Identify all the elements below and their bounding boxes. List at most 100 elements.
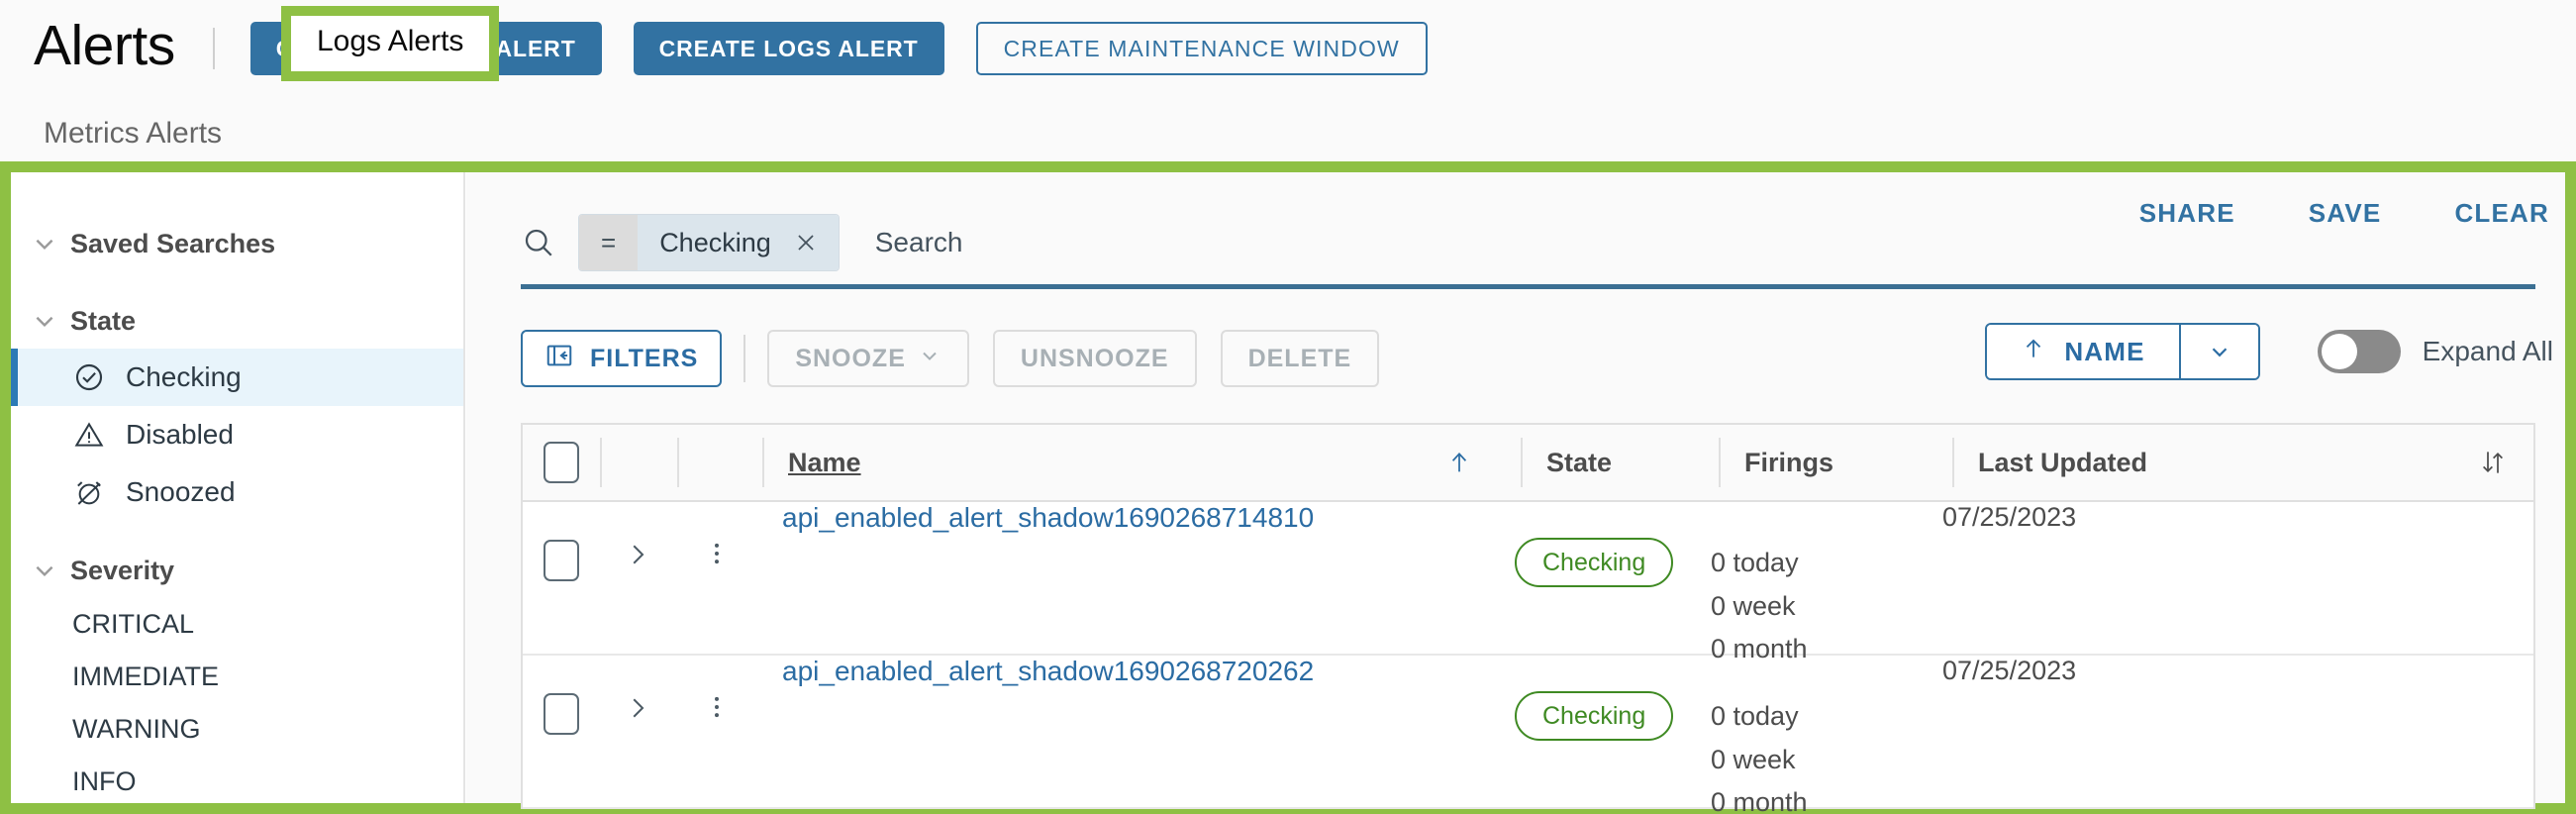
tab-metrics-alerts[interactable]: Metrics Alerts: [44, 117, 271, 164]
search-icon: [521, 225, 556, 260]
firings-week: 0 week: [1711, 744, 1796, 774]
sidebar-item-label: INFO: [72, 766, 137, 796]
chevron-down-icon: [25, 551, 64, 590]
sidebar-item-disabled[interactable]: Disabled: [11, 406, 463, 463]
firings-today: 0 today: [1711, 548, 1799, 577]
sidebar-item-label: Checking: [126, 361, 242, 392]
clear-button[interactable]: CLEAR: [2454, 198, 2549, 229]
chip-value-label: Checking: [659, 227, 771, 257]
sidebar-item-label: CRITICAL: [72, 609, 195, 639]
row-name-cell: api_enabled_alert_shadow1690268714810: [758, 502, 1439, 534]
row-firings-cell: 0 today 0 week 0 month: [1711, 502, 1942, 671]
main-content: = Checking SHARE SAVE CLEAR: [466, 172, 2565, 814]
toolbar-right-group: NAME Expand All: [1985, 323, 2553, 380]
chevron-down-icon: [25, 301, 64, 341]
close-icon[interactable]: [793, 230, 819, 255]
firings-today: 0 today: [1711, 701, 1799, 731]
arrow-up-icon: [2021, 336, 2046, 368]
select-all-checkbox[interactable]: [544, 442, 579, 483]
table-row[interactable]: api_enabled_alert_shadow1690268720262 Ch…: [523, 656, 2533, 814]
share-button[interactable]: SHARE: [2139, 198, 2235, 229]
header-divider: [212, 28, 215, 69]
tab-logs-alerts[interactable]: Logs Alerts: [317, 25, 463, 58]
save-button[interactable]: SAVE: [2309, 198, 2382, 229]
check-circle-icon: [70, 358, 108, 396]
chip-operator: =: [579, 215, 639, 270]
filters-button-label: FILTERS: [590, 344, 699, 372]
sidebar-item-critical[interactable]: CRITICAL: [11, 598, 463, 651]
alerts-table: Name State Firings Last Updated api_enab…: [521, 423, 2535, 814]
sidebar-group-label: Saved Searches: [70, 228, 276, 258]
row-select-cell: [523, 656, 600, 735]
sidebar-item-immediate[interactable]: IMMEDIATE: [11, 651, 463, 703]
alert-name-link[interactable]: api_enabled_alert_shadow1690268714810: [758, 460, 1314, 533]
search-filter-chip[interactable]: = Checking: [578, 214, 840, 271]
alerts-tabs: Metrics Alerts: [0, 97, 2576, 164]
column-header-firings[interactable]: Firings: [1721, 448, 1952, 478]
column-divider: [677, 438, 679, 487]
sort-toggle-cell: [2420, 448, 2533, 477]
sidebar-item-warning[interactable]: WARNING: [11, 703, 463, 756]
sidebar-item-checking[interactable]: Checking: [11, 349, 463, 406]
delete-button[interactable]: DELETE: [1220, 330, 1380, 387]
sidebar-item-label: Snoozed: [126, 476, 236, 507]
sidebar-item-label: WARNING: [72, 714, 201, 744]
column-header-state[interactable]: State: [1523, 448, 1719, 478]
search-underline: [521, 284, 2535, 289]
alarm-off-icon: [70, 473, 108, 511]
sort-by-name-button[interactable]: NAME: [1987, 325, 2179, 378]
row-firings-cell: 0 today 0 week 0 month: [1711, 656, 1942, 814]
filters-button[interactable]: FILTERS: [521, 330, 723, 387]
chevron-down-icon: [25, 224, 64, 263]
kebab-menu-icon[interactable]: [703, 540, 731, 567]
chevron-right-icon[interactable]: [623, 540, 652, 569]
arrow-up-icon: [1445, 449, 1521, 476]
expand-all-toggle[interactable]: [2317, 330, 2401, 373]
chevron-down-icon: [918, 344, 941, 374]
create-logs-alert-button[interactable]: CREATE LOGS ALERT: [633, 22, 944, 75]
row-last-updated-cell: 07/25/2023: [1942, 656, 2408, 686]
snooze-button[interactable]: SNOOZE: [767, 330, 969, 387]
sort-label: NAME: [2064, 336, 2145, 366]
panel-collapse-icon: [545, 341, 574, 377]
alert-name-link[interactable]: api_enabled_alert_shadow1690268720262: [758, 614, 1314, 686]
row-name-cell: api_enabled_alert_shadow1690268720262: [758, 656, 1439, 687]
chevron-right-icon[interactable]: [623, 693, 652, 723]
filters-sidebar: Saved Searches State Checking Disabled S…: [11, 172, 465, 803]
sidebar-item-snoozed[interactable]: Snoozed: [11, 463, 463, 521]
create-maintenance-window-button[interactable]: CREATE MAINTENANCE WINDOW: [975, 22, 1428, 75]
expand-all-label: Expand All: [2422, 336, 2553, 366]
sidebar-group-state[interactable]: State: [11, 293, 463, 349]
tab-logs-alerts-highlight: Logs Alerts: [281, 6, 500, 81]
search-input[interactable]: [874, 227, 1766, 258]
sidebar-item-info[interactable]: INFO: [11, 756, 463, 808]
snooze-button-label: SNOOZE: [795, 344, 906, 372]
sidebar-group-saved-searches[interactable]: Saved Searches: [11, 216, 463, 271]
alerts-page: Alerts CREATE METRICS ALERT CREATE LOGS …: [0, 0, 2576, 814]
row-checkbox[interactable]: [544, 540, 579, 581]
sort-updown-icon[interactable]: [2478, 448, 2508, 477]
row-expand-cell: [600, 502, 675, 569]
column-divider: [600, 438, 602, 487]
last-updated-value: 07/25/2023: [1942, 656, 2077, 685]
sort-dropdown-button[interactable]: [2178, 325, 2258, 378]
row-state-cell: Checking: [1515, 656, 1711, 741]
sidebar-group-severity[interactable]: Severity: [11, 543, 463, 598]
row-checkbox[interactable]: [544, 693, 579, 735]
unsnooze-button[interactable]: UNSNOOZE: [992, 330, 1197, 387]
toggle-knob: [2321, 334, 2357, 369]
sidebar-item-label: IMMEDIATE: [72, 661, 219, 691]
sort-control: NAME: [1985, 323, 2260, 380]
sidebar-item-label: Disabled: [126, 419, 234, 450]
row-select-cell: [523, 502, 600, 581]
row-expand-cell: [600, 656, 675, 723]
row-state-cell: Checking: [1515, 502, 1711, 587]
sidebar-group-label: Severity: [70, 555, 175, 585]
toolbar-separator: [743, 335, 746, 382]
search-actions: SHARE SAVE CLEAR: [2139, 198, 2549, 229]
status-badge: Checking: [1515, 691, 1674, 741]
row-menu-cell: [675, 656, 758, 721]
kebab-menu-icon[interactable]: [703, 693, 731, 721]
page-title: Alerts: [34, 13, 175, 77]
